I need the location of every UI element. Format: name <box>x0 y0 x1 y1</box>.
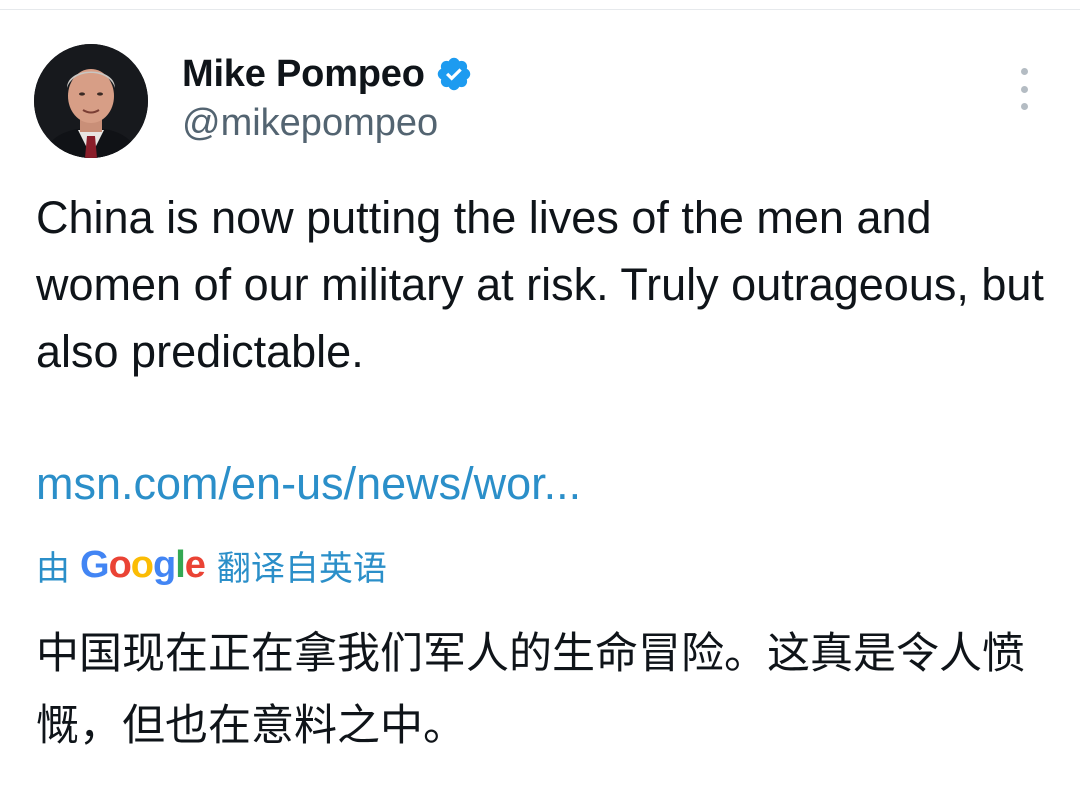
more-vertical-icon-dot <box>1020 103 1028 110</box>
user-handle[interactable]: @mikepompeo <box>182 102 473 145</box>
author-block: Mike Pompeo @mikepompeo <box>182 48 473 145</box>
name-row: Mike Pompeo <box>182 48 473 100</box>
translation-prefix: 由 <box>36 548 70 589</box>
top-divider <box>0 0 1080 10</box>
tweet-link[interactable]: msn.com/en-us/news/wor... <box>36 450 581 517</box>
tweet-view: Mike Pompeo @mikepompeo China is now put… <box>0 0 1080 810</box>
tweet-text: China is now putting the lives of the me… <box>36 192 1044 377</box>
google-logo: Google <box>80 543 206 586</box>
translation-attribution[interactable]: 由 Google 翻译自英语 <box>36 540 387 590</box>
more-options-button[interactable] <box>1008 68 1040 110</box>
more-vertical-icon <box>1020 68 1028 75</box>
more-vertical-icon-dot <box>1020 85 1028 93</box>
avatar-photo-icon <box>34 44 148 158</box>
verified-badge-icon <box>435 55 473 93</box>
display-name[interactable]: Mike Pompeo <box>182 53 425 96</box>
translated-text: 中国现在正在拿我们军人的生命冒险。这真是令人愤慨，但也在意料之中。 <box>36 629 1025 751</box>
avatar[interactable] <box>34 44 148 158</box>
translation-suffix: 翻译自英语 <box>216 548 387 589</box>
